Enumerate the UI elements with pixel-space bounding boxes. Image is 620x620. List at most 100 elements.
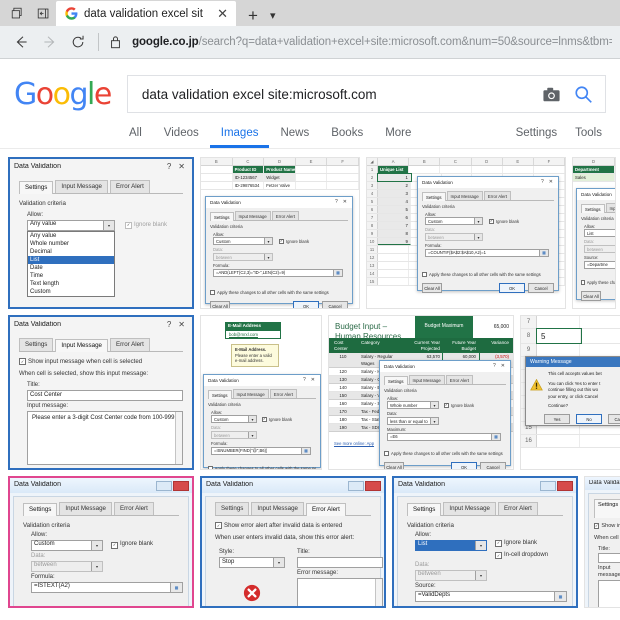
apply-all-checkbox[interactable]: Apply these changes to all other cells w… xyxy=(23,607,179,609)
title-input[interactable] xyxy=(598,553,620,564)
tab-more[interactable]: More xyxy=(374,127,422,148)
tab-all[interactable]: All xyxy=(118,127,153,148)
chevron-down-icon[interactable]: ▾ xyxy=(430,402,438,409)
tab-input-message[interactable]: Input Message xyxy=(55,339,108,352)
tab-input-message[interactable]: Input Message xyxy=(232,389,269,399)
maximum-input[interactable]: =E6 ▦ xyxy=(387,432,501,441)
chevron-down-icon[interactable]: ▾ xyxy=(248,432,256,439)
clear-all-button[interactable]: Clear All xyxy=(210,301,230,308)
tab-overview-icon[interactable] xyxy=(4,0,30,26)
tab-input-message[interactable]: Input Message xyxy=(446,191,483,201)
tab-settings[interactable]: Settings xyxy=(581,204,605,214)
scrollbar[interactable] xyxy=(375,578,382,606)
tab-input-message[interactable]: Input Message xyxy=(55,180,108,193)
chevron-down-icon[interactable]: ▾ xyxy=(430,418,438,425)
tab-error-alert[interactable]: Error Alert xyxy=(113,502,154,515)
tab-news[interactable]: News xyxy=(269,127,320,148)
settings-link[interactable]: Settings xyxy=(502,127,562,148)
reload-icon[interactable] xyxy=(65,28,92,56)
dropdown-item[interactable]: Decimal xyxy=(28,248,114,256)
tab-error-alert[interactable]: Error Alert xyxy=(305,503,346,516)
data-select[interactable]: between ▾ xyxy=(425,233,483,242)
chevron-down-icon[interactable]: ▾ xyxy=(264,238,272,245)
dropdown-item-selected[interactable]: List xyxy=(28,255,114,264)
help-icon[interactable]: ? xyxy=(538,179,547,185)
formula-input[interactable]: =AND(LEFT(C2,3)="ID-",LEN(C2)=9) ▦ xyxy=(213,268,343,277)
chevron-down-icon[interactable]: ▾ xyxy=(103,220,114,230)
show-input-message-checkbox[interactable]: ✓ Show input message when cell is select… xyxy=(19,358,183,366)
tab-error-alert[interactable]: Error Alert xyxy=(445,375,474,385)
formula-input[interactable]: =ISNUMBER(FIND("@",B6)) ▦ xyxy=(211,446,311,455)
chevron-down-icon[interactable]: ▾ xyxy=(474,234,482,241)
chevron-down-icon[interactable]: ▾ xyxy=(268,9,284,26)
ignore-blank-checkbox[interactable]: ✓ Ignore blank xyxy=(444,403,474,408)
help-icon[interactable] xyxy=(540,480,556,491)
help-icon[interactable]: ? xyxy=(164,320,174,330)
tab-settings[interactable]: Settings xyxy=(208,390,232,400)
no-button[interactable]: No xyxy=(576,414,602,425)
result-thumbnail-product-id-custom-formula[interactable]: B C D E F Product ID Product Name ID-123… xyxy=(200,157,360,309)
close-icon[interactable]: ✕ xyxy=(174,162,189,172)
allow-dropdown-list[interactable]: Any value Whole number Decimal List Date… xyxy=(27,230,115,297)
input-message-textarea[interactable] xyxy=(598,579,620,607)
source-input[interactable]: =ValidDepts ▦ xyxy=(415,590,567,602)
chevron-down-icon[interactable]: ▾ xyxy=(475,570,486,580)
chevron-down-icon[interactable]: ▾ xyxy=(273,557,284,567)
clear-all-button[interactable]: Clear All xyxy=(422,283,442,294)
camera-icon[interactable] xyxy=(543,87,560,102)
ok-button[interactable]: OK xyxy=(293,301,319,308)
close-icon[interactable] xyxy=(173,480,189,491)
allow-select[interactable]: List xyxy=(584,229,615,238)
close-icon[interactable]: ✕ xyxy=(309,377,317,383)
tab-settings[interactable]: Settings xyxy=(422,192,446,202)
ignore-blank-checkbox[interactable]: ✓ Ignore blank xyxy=(279,239,309,244)
result-thumbnail-allow-dropdown-open[interactable]: Data Validation ? ✕ Settings Input Messa… xyxy=(8,157,194,309)
cancel-button[interactable]: Cancel xyxy=(608,414,620,425)
tab-settings[interactable]: Settings xyxy=(384,376,408,386)
allow-select[interactable]: Any value ▾ xyxy=(27,219,115,231)
dropdown-item[interactable]: Text length xyxy=(28,280,114,288)
chevron-down-icon[interactable]: ▾ xyxy=(91,540,102,550)
range-picker-icon[interactable]: ▦ xyxy=(539,249,548,256)
dropdown-item[interactable]: Date xyxy=(28,264,114,272)
result-thumbnail-error-alert-stop[interactable]: Data Validation Settings Input Message E… xyxy=(200,476,386,608)
yes-button[interactable]: Yes xyxy=(544,414,570,425)
chevron-down-icon[interactable]: ▾ xyxy=(264,254,272,261)
url-text[interactable]: google.co.jp/search?q=data+validation+ex… xyxy=(126,36,612,48)
see-more-online-link[interactable]: See more online: App xyxy=(334,441,374,446)
allow-select[interactable]: Custom ▾ xyxy=(213,237,273,246)
close-icon[interactable] xyxy=(557,480,573,491)
data-select[interactable]: between xyxy=(584,245,615,254)
chevron-down-icon[interactable]: ▾ xyxy=(248,416,256,423)
chevron-down-icon[interactable]: ▾ xyxy=(475,540,486,550)
dropdown-item[interactable]: Whole number xyxy=(28,240,114,248)
tab-error-alert[interactable]: Error Alert xyxy=(269,389,298,399)
close-icon[interactable]: ✕ xyxy=(215,7,230,20)
data-select[interactable]: between ▾ xyxy=(31,560,103,572)
data-select[interactable]: between ▾ xyxy=(213,253,273,262)
tab-input-message[interactable]: Input Message xyxy=(408,375,445,385)
cancel-button[interactable]: Cancel xyxy=(528,283,554,294)
scrollbar[interactable] xyxy=(175,411,182,464)
ok-button[interactable]: OK xyxy=(499,283,525,294)
data-select[interactable]: between ▾ xyxy=(211,431,257,440)
help-icon[interactable]: ? xyxy=(490,363,499,369)
source-input[interactable]: =Departme xyxy=(584,260,615,269)
range-picker-icon[interactable]: ▦ xyxy=(333,269,342,276)
search-input[interactable]: data validation excel site:microsoft.com xyxy=(142,87,543,102)
ignore-blank-checkbox[interactable]: ✓ Ignore blank xyxy=(111,541,153,549)
tab-settings[interactable]: Settings xyxy=(407,503,442,516)
close-icon[interactable]: ✕ xyxy=(499,363,507,369)
allow-select[interactable]: Whole number ▾ xyxy=(387,401,439,410)
tab-error-alert[interactable]: Error Alert xyxy=(271,211,300,221)
google-logo[interactable]: Google xyxy=(14,77,112,112)
result-thumbnail-input-message-cost-center[interactable]: Data Validation ? ✕ Settings Input Messa… xyxy=(8,315,194,470)
result-thumbnail-input-message-blank[interactable]: Data Validation Settings Input Message ✓… xyxy=(584,476,620,608)
ignore-blank-checkbox[interactable]: ✓ Ignore blank xyxy=(125,222,167,230)
range-picker-icon[interactable]: ▦ xyxy=(491,433,500,440)
tab-error-alert[interactable]: Error Alert xyxy=(497,502,538,515)
ignore-blank-checkbox[interactable]: ✓ Ignore blank xyxy=(495,540,548,548)
search-box[interactable]: data validation excel site:microsoft.com xyxy=(126,75,606,113)
tab-settings[interactable]: Settings xyxy=(215,502,250,515)
allow-select[interactable]: Custom ▾ xyxy=(31,539,103,551)
